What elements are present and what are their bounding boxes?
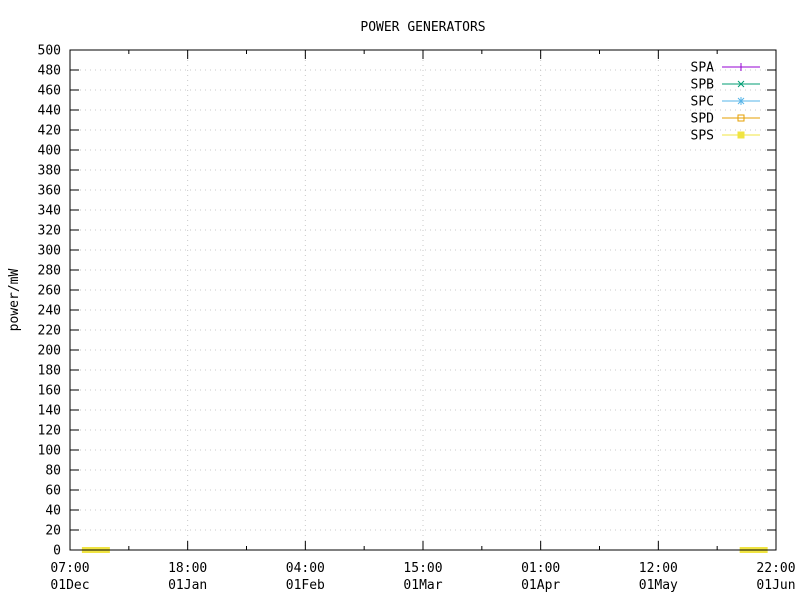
- y-tick-label: 420: [38, 124, 61, 139]
- y-tick-label: 180: [38, 364, 61, 379]
- x-tick-label-time: 12:00: [639, 561, 678, 576]
- y-tick-label: 220: [38, 324, 61, 339]
- y-tick-label: 480: [38, 64, 61, 79]
- x-tick-label-date: 01Jun: [756, 578, 795, 593]
- y-tick-label: 260: [38, 284, 61, 299]
- y-tick-label: 280: [38, 264, 61, 279]
- legend-marker-sps: [737, 131, 745, 139]
- y-tick-label: 100: [38, 444, 61, 459]
- x-tick-label-time: 01:00: [521, 561, 560, 576]
- x-tick-label-date: 01Dec: [50, 578, 89, 593]
- legend-label-spa: SPA: [691, 61, 715, 76]
- x-tick-label-time: 22:00: [756, 561, 795, 576]
- y-tick-label: 160: [38, 384, 61, 399]
- y-tick-label: 340: [38, 204, 61, 219]
- y-tick-label: 300: [38, 244, 61, 259]
- filled-square-marker: [737, 131, 745, 139]
- x-tick-label-time: 04:00: [286, 561, 325, 576]
- y-tick-label: 20: [45, 524, 61, 539]
- legend-marker-spa: [737, 63, 745, 71]
- y-tick-label: 200: [38, 344, 61, 359]
- legend: SPA SPB SPC SPD SPS: [691, 61, 760, 144]
- y-tick-label: 460: [38, 84, 61, 99]
- y-tick-label: 360: [38, 184, 61, 199]
- legend-label-spb: SPB: [691, 78, 715, 93]
- legend-label-sps: SPS: [691, 129, 714, 144]
- y-tick-label: 380: [38, 164, 61, 179]
- legend-label-spc: SPC: [691, 95, 714, 110]
- y-tick-label: 140: [38, 404, 61, 419]
- y-tick-label: 240: [38, 304, 61, 319]
- y-tick-label: 0: [53, 544, 61, 559]
- y-tick-label: 320: [38, 224, 61, 239]
- x-tick-label-time: 15:00: [403, 561, 442, 576]
- chart-title: POWER GENERATORS: [360, 20, 485, 35]
- y-tick-label: 440: [38, 104, 61, 119]
- legend-label-spd: SPD: [691, 112, 715, 127]
- x-tick-label-date: 01Feb: [286, 578, 325, 593]
- grid-lines: [70, 50, 776, 550]
- legend-marker-spc: [737, 97, 745, 105]
- x-tick-label-date: 01Apr: [521, 578, 560, 593]
- y-tick-label: 40: [45, 504, 61, 519]
- y-axis-label: power/mW: [7, 269, 22, 332]
- y-tick-label: 60: [45, 484, 61, 499]
- x-tick-label-date: 01Jan: [168, 578, 207, 593]
- y-tick-label: 500: [38, 44, 61, 59]
- y-tick-label: 80: [45, 464, 61, 479]
- y-tick-label: 400: [38, 144, 61, 159]
- tick-labels: 0 20 40 60 80 100 120 140 160 180 200 220 240 260 280 3…: [38, 44, 796, 594]
- x-tick-label-time: 07:00: [50, 561, 89, 576]
- x-tick-label-date: 01May: [639, 578, 678, 593]
- y-tick-label: 120: [38, 424, 61, 439]
- power-generators-chart: POWER GENERATORS power/mW 0 20 40 60 80 100 12…: [7, 20, 796, 594]
- x-tick-label-date: 01Mar: [403, 578, 442, 593]
- x-tick-label-time: 18:00: [168, 561, 207, 576]
